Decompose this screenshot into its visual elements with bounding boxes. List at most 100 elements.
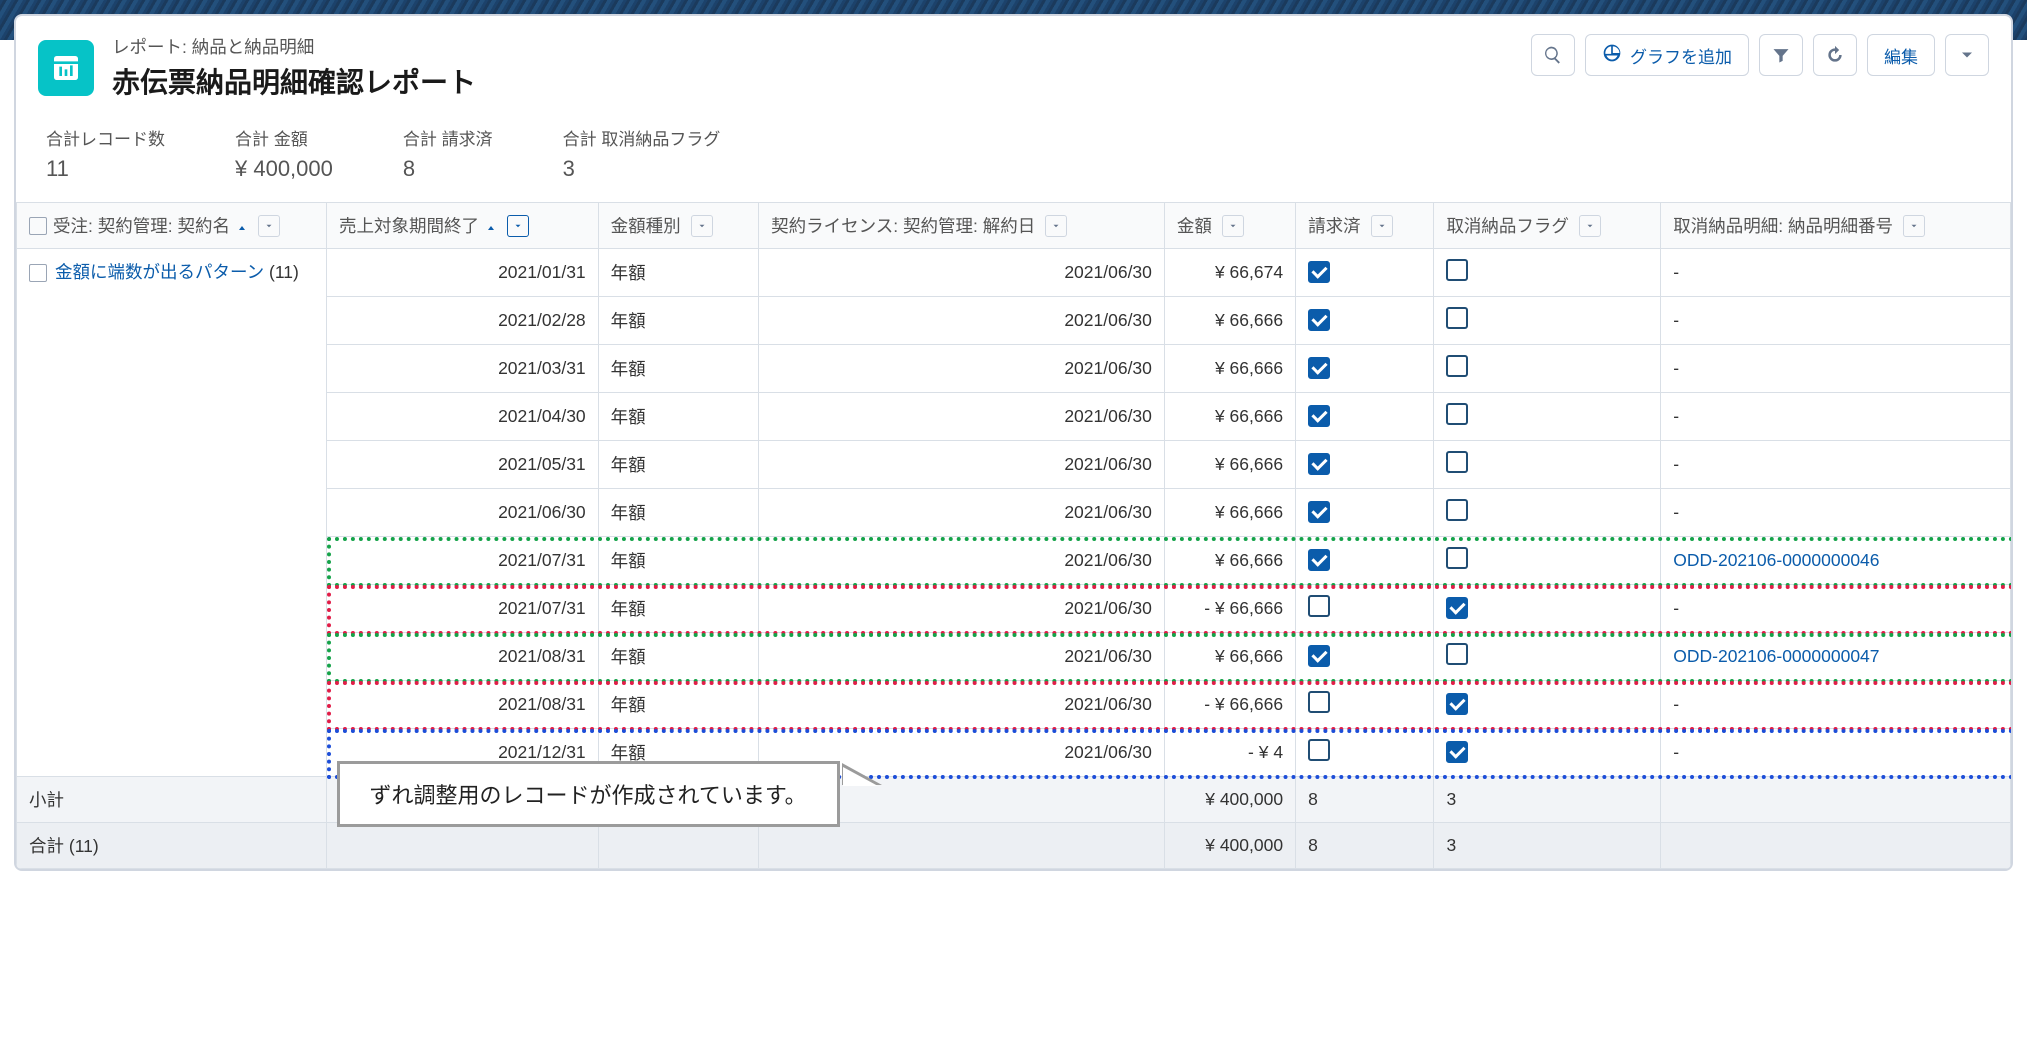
summary-row: 合計レコード数 11 合計 金額 ¥ 400,000 合計 請求済 8 合計 取… [16,109,2011,202]
cell-cancel-detail-number: - [1661,585,2011,633]
summary-record-count-value: 11 [46,156,165,182]
header-checkbox[interactable] [29,217,47,235]
add-chart-button-label: グラフを追加 [1630,43,1732,68]
cell-billed [1296,633,1434,681]
cell-cancel-date: 2021/06/30 [759,681,1165,729]
more-actions-button[interactable] [1945,34,1989,76]
report-header: レポート: 納品と納品明細 赤伝票納品明細確認レポート グラフを追加 [16,16,2011,109]
cell-cancel-detail-number: - [1661,489,2011,537]
total-billed: 8 [1296,823,1434,869]
column-header-cancel-detail-number[interactable]: 取消納品明細: 納品明細番号 [1661,203,2011,249]
cell-cancel-flag [1434,489,1661,537]
column-menu-button[interactable] [1222,215,1244,237]
cell-billed [1296,393,1434,441]
cell-cancel-flag [1434,297,1661,345]
cell-amount: ¥ 66,666 [1164,393,1295,441]
subtotal-billed: 8 [1296,777,1434,823]
cancel-detail-link[interactable]: ODD-202106-0000000046 [1673,550,1879,570]
cell-cancel-flag [1434,345,1661,393]
cell-period-end: 2021/02/28 [327,297,599,345]
cell-cancel-date: 2021/06/30 [759,345,1165,393]
cell-cancel-date: 2021/06/30 [759,249,1165,297]
column-header-billed[interactable]: 請求済 [1296,203,1434,249]
cell-amount-type: 年額 [598,345,758,393]
annotation-callout-pointer [842,763,882,785]
column-header-label: 取消納品フラグ [1446,213,1569,238]
cell-cancel-detail-number: ODD-202106-0000000046 [1661,537,2011,585]
group-count: (11) [264,262,299,282]
column-header-amount[interactable]: 金額 [1164,203,1295,249]
column-menu-button[interactable] [507,215,529,237]
cancel-flag-checkbox [1446,499,1468,521]
cell-cancel-detail-number: - [1661,681,2011,729]
cell-cancel-detail-number: - [1661,393,2011,441]
cell-cancel-flag [1434,729,1661,777]
column-header-label: 請求済 [1308,213,1361,238]
cell-period-end: 2021/07/31 [327,537,599,585]
column-header-amount-type[interactable]: 金額種別 [598,203,758,249]
cell-cancel-date: 2021/06/30 [759,441,1165,489]
page-title: 赤伝票納品明細確認レポート [112,61,476,101]
add-chart-button[interactable]: グラフを追加 [1585,34,1749,76]
cell-period-end: 2021/07/31 [327,585,599,633]
cell-cancel-date: 2021/06/30 [759,297,1165,345]
cell-billed [1296,729,1434,777]
cancel-flag-checkbox [1446,643,1468,665]
column-header-cancel-date[interactable]: 契約ライセンス: 契約管理: 解約日 [759,203,1165,249]
column-menu-button[interactable] [1579,215,1601,237]
search-icon [1543,45,1563,65]
cell-amount: ¥ 66,666 [1164,441,1295,489]
cell-cancel-flag [1434,393,1661,441]
cell-cancel-detail-number: - [1661,249,2011,297]
cancel-flag-checkbox [1446,259,1468,281]
billed-checkbox [1308,501,1330,523]
column-menu-button[interactable] [1371,215,1393,237]
summary-total-billed-value: 8 [403,156,493,182]
annotation-callout: ずれ調整用のレコードが作成されています。 [337,761,840,827]
column-menu-button[interactable] [258,215,280,237]
cell-billed [1296,585,1434,633]
billed-checkbox [1308,453,1330,475]
cell-billed [1296,441,1434,489]
subtotal-cancel-flag: 3 [1434,777,1661,823]
cell-billed [1296,249,1434,297]
sort-asc-icon [485,220,497,232]
search-button[interactable] [1531,34,1575,76]
cancel-flag-checkbox [1446,307,1468,329]
subtotal-label: 小計 [17,777,327,823]
cell-cancel-date: 2021/06/30 [759,537,1165,585]
summary-total-billed-label: 合計 請求済 [403,125,493,150]
column-menu-button[interactable] [1045,215,1067,237]
cell-cancel-detail-number: - [1661,345,2011,393]
cell-billed [1296,681,1434,729]
cell-cancel-flag [1434,537,1661,585]
billed-checkbox [1308,549,1330,571]
cell-period-end: 2021/08/31 [327,681,599,729]
cell-cancel-flag [1434,249,1661,297]
column-header-cancel-flag[interactable]: 取消納品フラグ [1434,203,1661,249]
cell-amount-type: 年額 [598,393,758,441]
cell-cancel-flag [1434,681,1661,729]
column-menu-button[interactable] [691,215,713,237]
billed-checkbox [1308,405,1330,427]
billed-checkbox [1308,739,1330,761]
cell-amount-type: 年額 [598,585,758,633]
refresh-icon [1825,45,1845,65]
column-header-label: 金額種別 [611,213,681,238]
group-row-checkbox[interactable] [29,264,47,282]
summary-total-amount-label: 合計 金額 [235,125,333,150]
column-header-period-end[interactable]: 売上対象期間終了 [327,203,599,249]
refresh-button[interactable] [1813,34,1857,76]
column-menu-button[interactable] [1903,215,1925,237]
edit-button[interactable]: 編集 [1867,34,1935,76]
cancel-detail-link[interactable]: ODD-202106-0000000047 [1673,646,1879,666]
group-link[interactable]: 金額に端数が出るパターン [55,262,264,282]
column-header-label: 金額 [1177,213,1212,238]
filter-icon [1771,45,1791,65]
column-header-contract-name[interactable]: 受注: 契約管理: 契約名 [17,203,327,249]
billed-checkbox [1308,691,1330,713]
cell-amount-type: 年額 [598,249,758,297]
cell-amount-type: 年額 [598,441,758,489]
filter-button[interactable] [1759,34,1803,76]
cell-period-end: 2021/05/31 [327,441,599,489]
